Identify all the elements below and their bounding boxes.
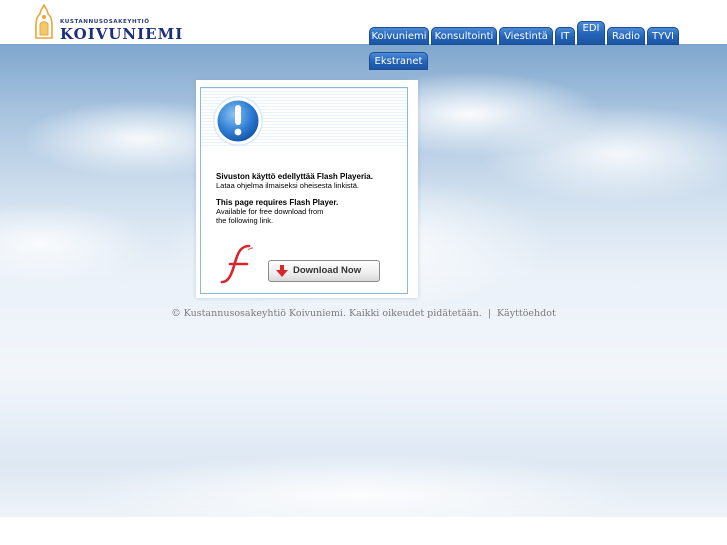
page-bottom xyxy=(0,517,727,545)
tab-it[interactable]: IT xyxy=(555,27,575,45)
alert-icon xyxy=(213,96,263,146)
tab-viestinta[interactable]: Viestintä xyxy=(499,27,553,45)
download-now-label: Download Now xyxy=(293,265,362,276)
flash-heading-en: This page requires Flash Player. xyxy=(216,198,339,207)
flash-heading-fi: Sivuston käyttö edellyttää Flash Playeri… xyxy=(216,172,373,181)
logo-emblem-icon xyxy=(35,4,53,39)
terms-link[interactable]: Käyttöehdot xyxy=(497,308,556,319)
copyright-text: © Kustannusosakeyhtiö Koivuniemi. Kaikki… xyxy=(171,308,482,319)
footer-separator: | xyxy=(487,308,491,319)
download-arrow-icon xyxy=(276,265,288,277)
tab-radio[interactable]: Radio xyxy=(607,27,645,45)
flash-player-icon xyxy=(220,244,254,284)
page-footer: © Kustannusosakeyhtiö Koivuniemi. Kaikki… xyxy=(0,308,727,319)
tab-ekstranet[interactable]: Ekstranet xyxy=(369,52,428,70)
company-logo[interactable]: KUSTANNUSOSAKEYHTIÖ KOIVUNIEMI xyxy=(34,4,182,42)
flash-text-en-line1: Available for free download from xyxy=(216,207,324,216)
flash-text-fi: Lataa ohjelma ilmaiseksi oheisesta linki… xyxy=(216,181,359,190)
flash-text-en-line2: the following link. xyxy=(216,216,274,225)
flash-required-notice: Sivuston käyttö edellyttää Flash Playeri… xyxy=(196,80,418,298)
flash-notice-header xyxy=(201,88,407,148)
flash-notice-panel: Sivuston käyttö edellyttää Flash Playeri… xyxy=(200,87,408,294)
tab-koivuniemi[interactable]: Koivuniemi xyxy=(369,27,429,45)
logo-wordmark: KOIVUNIEMI xyxy=(60,25,184,43)
download-now-button[interactable]: Download Now xyxy=(268,260,380,282)
tab-edi[interactable]: EDI xyxy=(577,21,605,45)
tab-tyvi[interactable]: TYVI xyxy=(647,27,679,45)
tab-konsultointi[interactable]: Konsultointi xyxy=(431,27,497,45)
